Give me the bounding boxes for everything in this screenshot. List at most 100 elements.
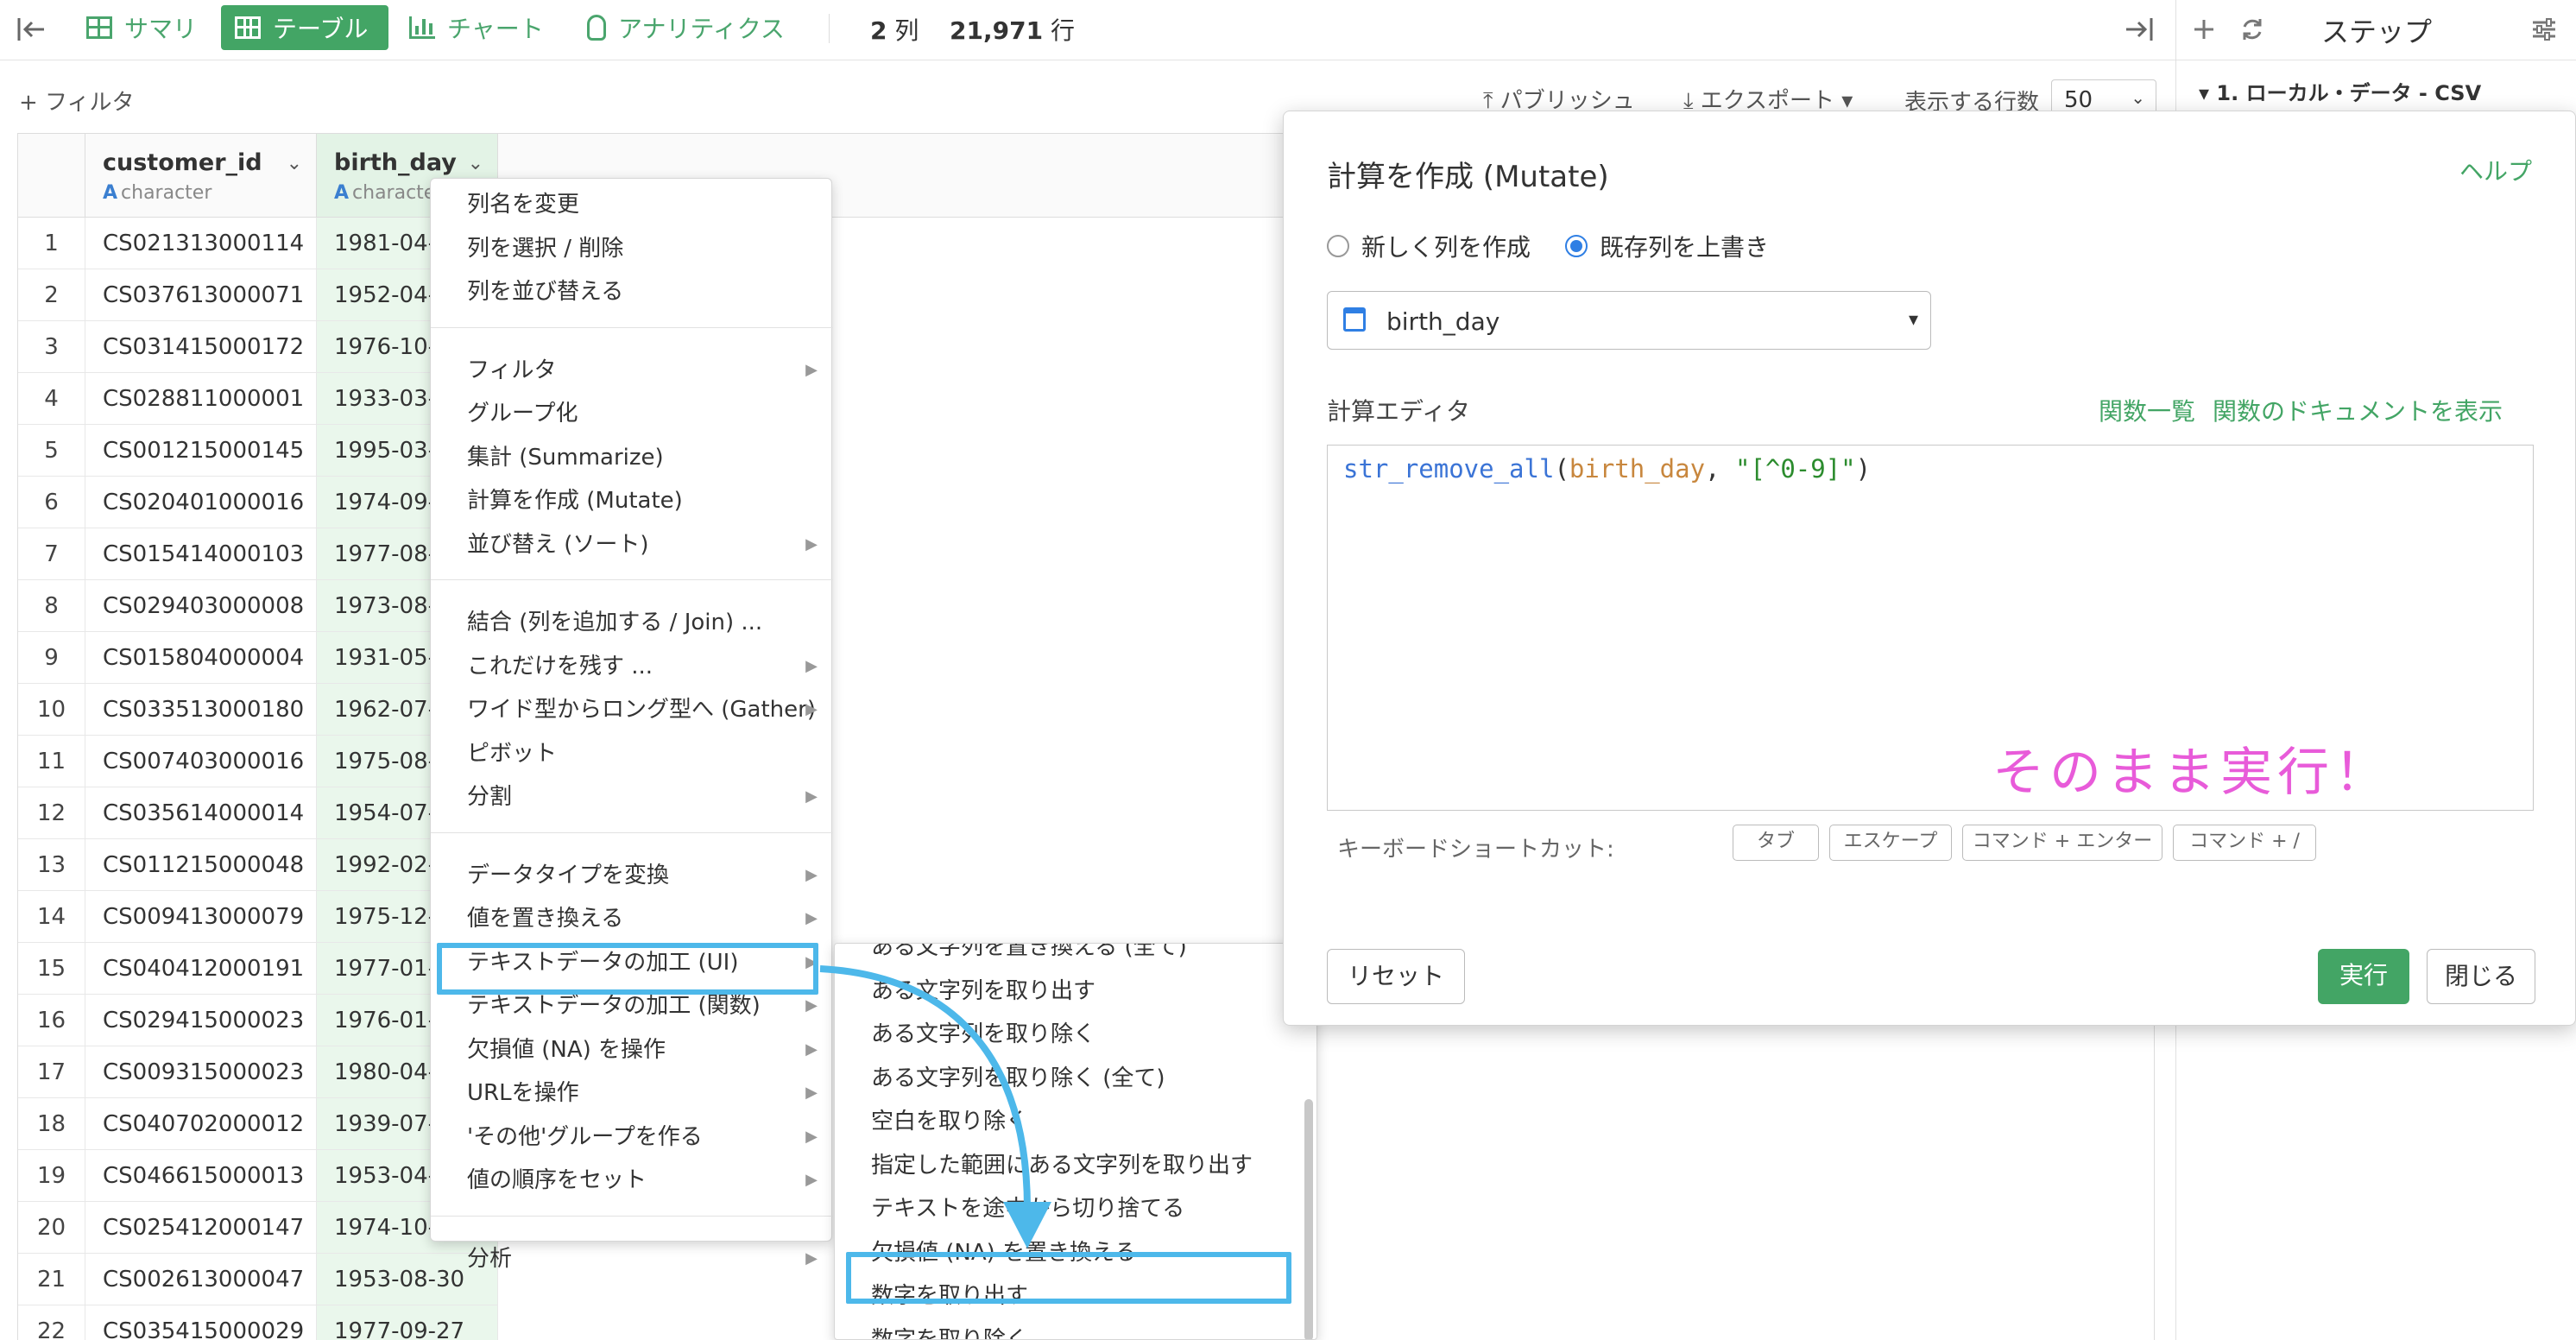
row-number: 21 <box>18 1254 85 1305</box>
add-step-icon[interactable] <box>2185 12 2223 47</box>
table-cell[interactable]: CS040412000191 <box>85 943 317 995</box>
table-cell[interactable]: CS002613000047 <box>85 1254 317 1305</box>
radio-button-selected[interactable] <box>1565 235 1588 257</box>
table-cell[interactable]: CS011215000048 <box>85 839 317 891</box>
table-cell[interactable]: CS040702000012 <box>85 1098 317 1150</box>
table-cell[interactable]: CS009315000023 <box>85 1046 317 1098</box>
table-cell[interactable]: CS037613000071 <box>85 269 317 321</box>
collapse-left-icon[interactable] <box>12 12 50 47</box>
table-icon <box>235 16 261 39</box>
table-cell[interactable]: CS046615000013 <box>85 1150 317 1202</box>
table-cell[interactable]: CS033513000180 <box>85 684 317 736</box>
menu-item-label: 分析 <box>467 1245 513 1272</box>
function-docs-link[interactable]: 関数のドキュメントを表示 <box>2213 393 2503 427</box>
code-argument: birth_day <box>1569 454 1706 484</box>
table-cell[interactable]: CS021313000114 <box>85 218 317 269</box>
expression-editor[interactable]: str_remove_all(birth_day, "[^0-9]") そのまま… <box>1327 445 2534 811</box>
context-menu-item[interactable]: フィルタ ▶ <box>431 350 833 391</box>
context-menu-item[interactable]: 値を置き換える ▶ <box>431 898 833 939</box>
submenu-item[interactable]: 数字を取り除く <box>835 1319 1316 1340</box>
top-toolbar: サマリ テーブル チャート アナリティクス 2 列 21,971 行 <box>0 0 2175 60</box>
table-cell[interactable]: CS015804000004 <box>85 632 317 684</box>
radio-overwrite-label: 既存列を上書き <box>1600 233 1770 262</box>
radio-button[interactable] <box>1327 235 1349 257</box>
context-menu-item[interactable]: グループ化 <box>431 393 833 434</box>
context-menu-item[interactable]: URLを操作 ▶ <box>431 1072 833 1114</box>
tab-summary[interactable]: サマリ <box>73 5 211 50</box>
context-menu-item[interactable]: 集計 (Summarize) <box>431 437 833 478</box>
table-cell[interactable]: CS025412000147 <box>85 1202 317 1254</box>
refresh-icon[interactable] <box>2233 12 2271 47</box>
menu-item-label: 列を並び替える <box>467 279 624 305</box>
context-menu-item[interactable]: データタイプを変換 ▶ <box>431 855 833 896</box>
table-cell[interactable]: CS035415000029 <box>85 1305 317 1340</box>
context-menu-item[interactable]: 列を選択 / 削除 <box>431 228 833 269</box>
target-column-select[interactable]: birth_day ▾ <box>1327 291 1931 350</box>
expand-right-icon[interactable] <box>2120 12 2158 47</box>
row-number: 16 <box>18 995 85 1046</box>
column-name: birth_day <box>334 149 457 176</box>
shortcut-command-slash[interactable]: コマンド + / <box>2173 825 2316 861</box>
row-number: 1 <box>18 218 85 269</box>
radio-new-column[interactable]: 新しく列を作成 <box>1327 229 1531 263</box>
context-menu-item[interactable]: 列を並び替える <box>431 271 833 313</box>
context-menu-item[interactable]: これだけを残す ... ▶ <box>431 646 833 687</box>
table-cell[interactable]: CS035614000014 <box>85 787 317 839</box>
submenu-arrow-icon: ▶ <box>805 865 818 884</box>
add-filter-button[interactable]: + フィルタ <box>19 85 135 117</box>
table-cell[interactable]: CS007403000016 <box>85 736 317 787</box>
dialog-title: 計算を作成 (Mutate) <box>1327 160 1609 194</box>
context-menu-item[interactable]: 並び替え (ソート) ▶ <box>431 524 833 566</box>
table-cell[interactable]: CS020401000016 <box>85 477 317 528</box>
table-cell[interactable]: CS015414000103 <box>85 528 317 580</box>
target-column-value: birth_day <box>1386 307 1500 336</box>
function-list-link[interactable]: 関数一覧 <box>2099 393 2195 427</box>
radio-overwrite-column[interactable]: 既存列を上書き <box>1565 229 1769 263</box>
context-menu-item[interactable]: 欠損値 (NA) を操作 ▶ <box>431 1029 833 1071</box>
submenu-arrow-icon: ▶ <box>805 534 818 553</box>
keyboard-shortcut-label: キーボードショートカット: <box>1337 837 1614 863</box>
context-menu-item[interactable]: 列名を変更 <box>431 184 833 225</box>
row-number: 8 <box>18 580 85 632</box>
table-cell[interactable]: CS031415000172 <box>85 321 317 373</box>
context-menu-item[interactable]: 'その他'グループを作る ▶ <box>431 1116 833 1158</box>
column-header-customer-id[interactable]: customer_id Acharacter ⌄ <box>85 134 317 217</box>
tab-analytics[interactable]: アナリティクス <box>573 5 799 50</box>
context-menu-item[interactable]: ワイド型からロング型へ (Gather) ▶ <box>431 689 833 730</box>
table-cell[interactable]: CS029403000008 <box>85 580 317 632</box>
tab-chart[interactable]: チャート <box>395 5 558 50</box>
context-menu-item[interactable]: 分析 ▶ <box>431 1238 833 1280</box>
context-menu-item[interactable]: 結合 (列を追加する / Join) ... <box>431 602 833 643</box>
help-link[interactable]: ヘルプ <box>2459 153 2532 187</box>
tab-table[interactable]: テーブル <box>221 5 388 50</box>
context-menu-item[interactable]: 分割 ▶ <box>431 776 833 818</box>
settings-sliders-icon[interactable] <box>2525 12 2563 47</box>
column-menu-chevron-icon[interactable]: ⌄ <box>468 153 483 174</box>
menu-separator <box>431 831 833 833</box>
rows-count: 21,971 行 <box>950 12 1075 47</box>
menu-separator <box>431 579 833 580</box>
table-cell[interactable]: CS029415000023 <box>85 995 317 1046</box>
reset-button[interactable]: リセット <box>1327 949 1465 1004</box>
context-menu-item[interactable]: 計算を作成 (Mutate) <box>431 480 833 521</box>
close-button[interactable]: 閉じる <box>2427 949 2535 1004</box>
context-menu-item[interactable]: ピボット <box>431 733 833 774</box>
shortcut-command-enter[interactable]: コマンド + エンター <box>1962 825 2162 861</box>
table-cell[interactable]: CS028811000001 <box>85 373 317 425</box>
row-number: 22 <box>18 1305 85 1340</box>
shortcut-escape[interactable]: エスケープ <box>1829 825 1952 861</box>
table-cell[interactable]: CS009413000079 <box>85 891 317 943</box>
tab-summary-label: サマリ <box>124 15 198 43</box>
step-item-local-csv[interactable]: ▾ 1. ローカル・データ - CSV <box>2199 76 2481 106</box>
column-menu-chevron-icon[interactable]: ⌄ <box>287 153 302 174</box>
row-number: 20 <box>18 1202 85 1254</box>
shortcut-tab[interactable]: タブ <box>1733 825 1819 861</box>
table-cell[interactable]: CS001215000145 <box>85 425 317 477</box>
calendar-icon <box>1343 307 1366 332</box>
rows-count-value: 21,971 <box>950 16 1044 45</box>
context-menu-item[interactable]: 値の順序をセット ▶ <box>431 1160 833 1201</box>
run-button[interactable]: 実行 <box>2318 949 2409 1004</box>
table-cell[interactable]: 1977-09-27 <box>317 1305 498 1340</box>
menu-item-label: 結合 (列を追加する / Join) ... <box>467 610 763 635</box>
tab-analytics-label: アナリティクス <box>618 15 785 43</box>
